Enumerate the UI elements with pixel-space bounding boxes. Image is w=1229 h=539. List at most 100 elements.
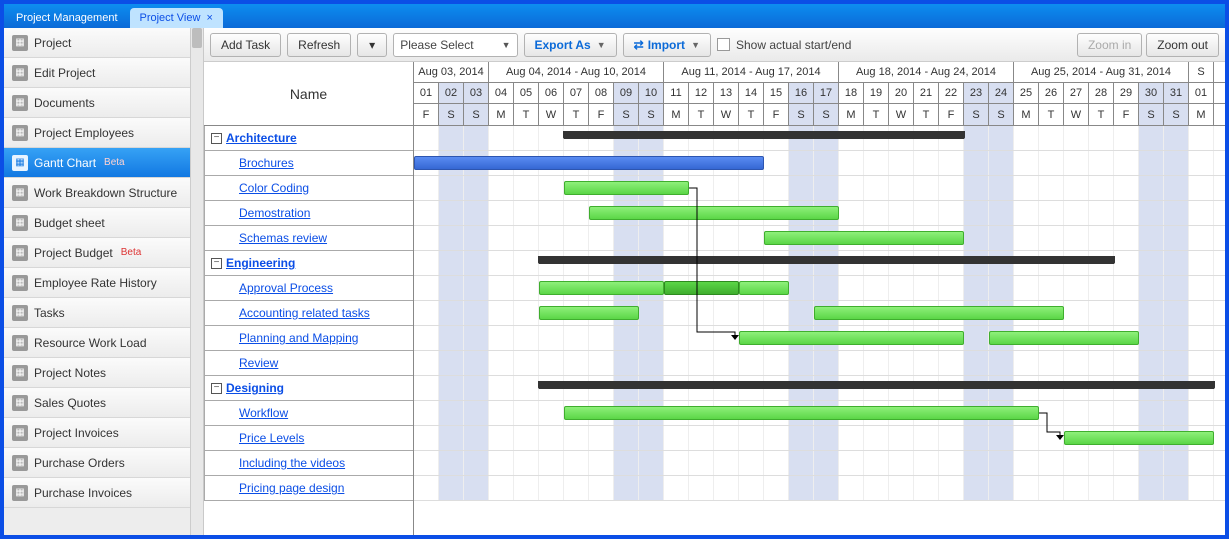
dow-header: W: [539, 104, 564, 125]
sidebar-item-edit-project[interactable]: ▦Edit Project: [4, 58, 190, 88]
day-header: 16: [789, 83, 814, 103]
zoom-out-button[interactable]: Zoom out: [1146, 33, 1219, 57]
task-bar[interactable]: [1064, 431, 1214, 445]
day-header: 27: [1064, 83, 1089, 103]
task-name-link[interactable]: Demostration: [239, 206, 310, 220]
sidebar-item-purchase-invoices[interactable]: ▦Purchase Invoices: [4, 478, 190, 508]
task-name-link[interactable]: Schemas review: [239, 231, 327, 245]
tab-project-view[interactable]: Project View×: [130, 8, 223, 28]
sidebar-item-resource-work-load[interactable]: ▦Resource Work Load: [4, 328, 190, 358]
day-header: 29: [1114, 83, 1139, 103]
day-header: 14: [739, 83, 764, 103]
task-bar[interactable]: [414, 156, 764, 170]
sidebar-item-sales-quotes[interactable]: ▦Sales Quotes: [4, 388, 190, 418]
nav-icon: ▦: [12, 185, 28, 201]
task-bar[interactable]: [989, 331, 1139, 345]
task-bar[interactable]: [814, 306, 1064, 320]
summary-bar[interactable]: [539, 381, 1214, 389]
task-row: Including the videos: [205, 451, 413, 476]
sidebar-scrollbar[interactable]: [190, 28, 203, 535]
dow-header: W: [1064, 104, 1089, 125]
sidebar-item-project-budget[interactable]: ▦Project BudgetBeta: [4, 238, 190, 268]
sidebar-item-tasks[interactable]: ▦Tasks: [4, 298, 190, 328]
nav-icon: ▦: [12, 95, 28, 111]
task-name-link[interactable]: Brochures: [239, 156, 294, 170]
task-name-link[interactable]: Accounting related tasks: [239, 306, 370, 320]
task-bar[interactable]: [664, 281, 739, 295]
task-bar[interactable]: [739, 331, 964, 345]
task-name-link[interactable]: Color Coding: [239, 181, 309, 195]
task-name-link[interactable]: Architecture: [226, 131, 297, 145]
export-as-button[interactable]: Export As▼: [524, 33, 617, 57]
dow-header: S: [814, 104, 839, 125]
sidebar-item-budget-sheet[interactable]: ▦Budget sheet: [4, 208, 190, 238]
task-name-link[interactable]: Review: [239, 356, 278, 370]
summary-bar[interactable]: [539, 256, 1114, 264]
day-header: 01: [414, 83, 439, 103]
collapse-icon[interactable]: −: [211, 383, 222, 394]
tab-project-management[interactable]: Project Management: [6, 8, 128, 28]
sidebar-item-label: Project Budget: [34, 246, 113, 260]
dow-header: T: [1089, 104, 1114, 125]
task-name-link[interactable]: Planning and Mapping: [239, 331, 358, 345]
collapse-icon[interactable]: −: [211, 258, 222, 269]
sidebar-item-employee-rate-history[interactable]: ▦Employee Rate History: [4, 268, 190, 298]
sidebar-item-project[interactable]: ▦Project: [4, 28, 190, 58]
day-header: 03: [464, 83, 489, 103]
day-header: 10: [639, 83, 664, 103]
sidebar-item-project-invoices[interactable]: ▦Project Invoices: [4, 418, 190, 448]
task-select[interactable]: Please Select▼: [393, 33, 517, 57]
sidebar-item-label: Budget sheet: [34, 216, 105, 230]
task-bar[interactable]: [764, 231, 964, 245]
task-name-link[interactable]: Approval Process: [239, 281, 333, 295]
dow-header: T: [914, 104, 939, 125]
import-button[interactable]: ⇄Import▼: [623, 33, 711, 57]
dow-header: T: [1039, 104, 1064, 125]
task-name-link[interactable]: Workflow: [239, 406, 288, 420]
dow-header: W: [714, 104, 739, 125]
task-name-link[interactable]: Designing: [226, 381, 284, 395]
sidebar-item-purchase-orders[interactable]: ▦Purchase Orders: [4, 448, 190, 478]
week-header: Aug 11, 2014 - Aug 17, 2014: [664, 62, 839, 82]
task-name-link[interactable]: Including the videos: [239, 456, 345, 470]
task-bar[interactable]: [564, 406, 1039, 420]
sidebar-item-work-breakdown-structure[interactable]: ▦ Work Breakdown Structure: [4, 178, 190, 208]
task-row: Demostration: [205, 201, 413, 226]
task-bar[interactable]: [564, 181, 689, 195]
gantt-row: [414, 126, 1225, 151]
day-header: 19: [864, 83, 889, 103]
task-bar[interactable]: [539, 306, 639, 320]
sidebar-item-label: Work Breakdown Structure: [34, 186, 177, 200]
dow-header: F: [1114, 104, 1139, 125]
week-header: S: [1189, 62, 1214, 82]
refresh-button[interactable]: Refresh: [287, 33, 351, 57]
week-header: Aug 25, 2014 - Aug 31, 2014: [1014, 62, 1189, 82]
sidebar-item-project-employees[interactable]: ▦Project Employees: [4, 118, 190, 148]
dow-header: S: [614, 104, 639, 125]
week-header: Aug 18, 2014 - Aug 24, 2014: [839, 62, 1014, 82]
task-bar[interactable]: [539, 281, 664, 295]
dow-header: M: [839, 104, 864, 125]
zoom-in-button[interactable]: Zoom in: [1077, 33, 1142, 57]
sidebar-item-documents[interactable]: ▦Documents: [4, 88, 190, 118]
sidebar-item-project-notes[interactable]: ▦Project Notes: [4, 358, 190, 388]
task-name-link[interactable]: Price Levels: [239, 431, 304, 445]
task-name-link[interactable]: Pricing page design: [239, 481, 344, 495]
filter-button[interactable]: ▾: [357, 33, 387, 57]
task-bar[interactable]: [589, 206, 839, 220]
day-header: 20: [889, 83, 914, 103]
day-header: 06: [539, 83, 564, 103]
task-row: Color Coding: [205, 176, 413, 201]
close-icon[interactable]: ×: [206, 12, 212, 24]
task-name-link[interactable]: Engineering: [226, 256, 295, 270]
gantt-row: [414, 426, 1225, 451]
collapse-icon[interactable]: −: [211, 133, 222, 144]
task-row: Review: [205, 351, 413, 376]
add-task-button[interactable]: Add Task: [210, 33, 281, 57]
dow-header: F: [764, 104, 789, 125]
task-bar[interactable]: [739, 281, 789, 295]
sidebar-item-gantt-chart[interactable]: ▦Gantt ChartBeta: [4, 148, 190, 178]
sidebar-item-label: Purchase Orders: [34, 456, 125, 470]
summary-bar[interactable]: [564, 131, 964, 139]
show-actual-checkbox[interactable]: [717, 38, 730, 51]
